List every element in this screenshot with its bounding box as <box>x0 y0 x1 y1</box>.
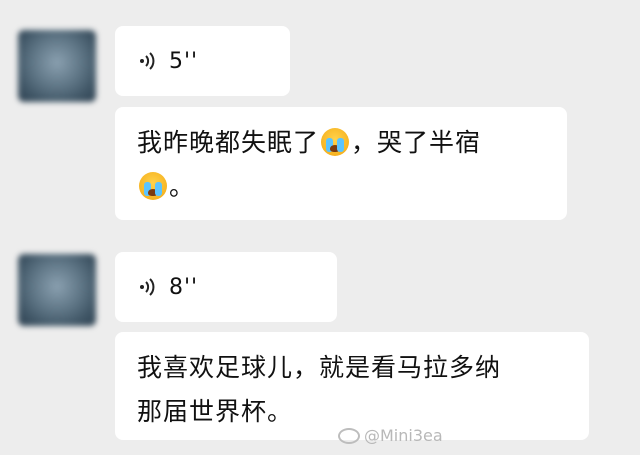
message-text: 我昨晚都失眠了 <box>137 128 320 157</box>
voice-duration: 5'' <box>169 48 199 74</box>
watermark-text: @Mini3ea <box>364 426 443 445</box>
avatar[interactable] <box>18 30 96 102</box>
text-message-bubble[interactable]: 我昨晚都失眠了 ，哭了半宿。 <box>115 107 567 220</box>
voice-message-bubble[interactable]: 8'' <box>115 252 337 322</box>
crying-face-icon <box>139 172 167 200</box>
message-text: 那届世界杯。 <box>137 397 294 426</box>
watermark: @Mini3ea <box>338 426 443 445</box>
voice-duration: 8'' <box>169 274 199 300</box>
text-message-bubble[interactable]: 我喜欢足球儿，就是看马拉多纳 那届世界杯。 <box>115 332 589 440</box>
crying-face-icon <box>321 128 350 156</box>
voice-message-bubble[interactable]: 5'' <box>115 26 290 96</box>
voice-wave-icon <box>140 278 155 296</box>
message-text: ，哭了半宿 <box>351 128 482 157</box>
message-text: 我喜欢足球儿，就是看马拉多纳 <box>137 353 502 382</box>
avatar[interactable] <box>18 254 96 326</box>
voice-wave-icon <box>140 52 155 70</box>
message-text: 。 <box>169 172 196 201</box>
weibo-logo-icon <box>338 427 360 444</box>
